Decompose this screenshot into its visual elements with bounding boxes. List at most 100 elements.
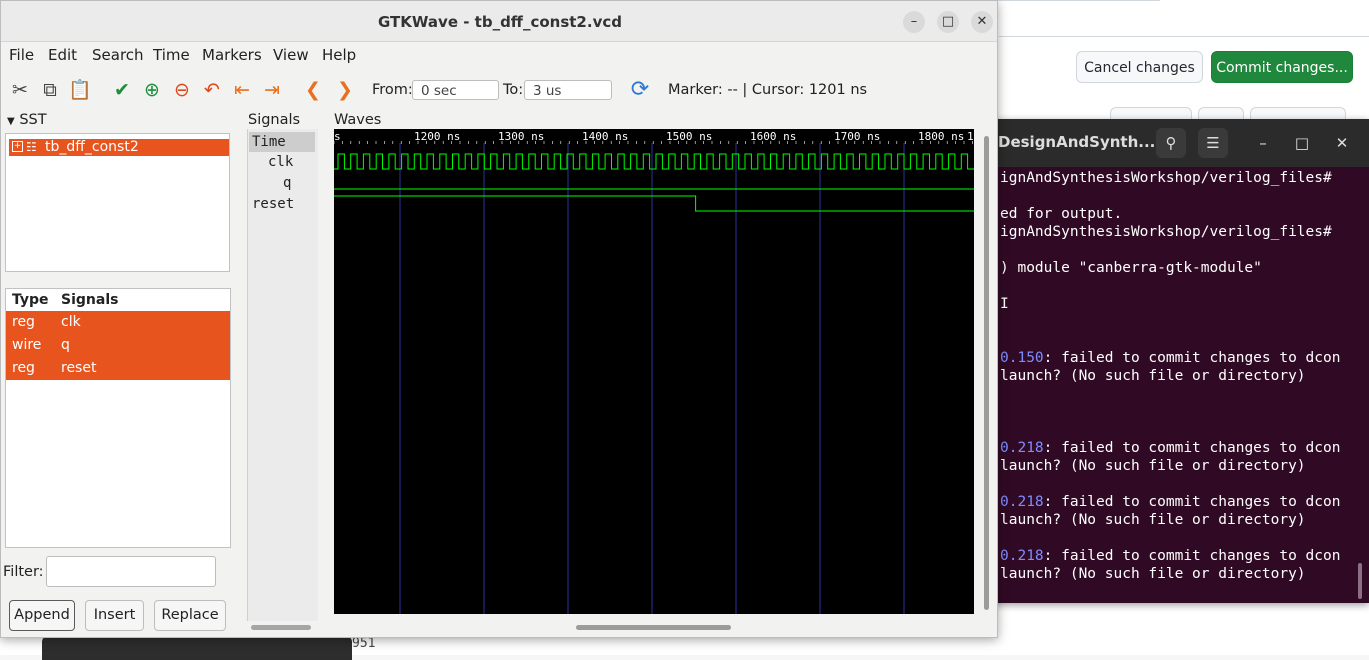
table-row[interactable]: wire q bbox=[6, 334, 230, 357]
terminal-line: launch? (No such file or directory) bbox=[1000, 367, 1340, 385]
minimize-icon[interactable]: – bbox=[1248, 128, 1278, 158]
title-bar[interactable]: GTKWave - tb_dff_const2.vcd – □ ✕ bbox=[1, 1, 997, 42]
background-code-text: 951 bbox=[352, 636, 376, 651]
table-row[interactable]: reg reset bbox=[6, 357, 230, 380]
waves-vertical-scrollbar[interactable] bbox=[984, 136, 989, 610]
menu-view[interactable]: View bbox=[273, 46, 309, 64]
table-row[interactable]: reg clk bbox=[6, 311, 230, 334]
expander-down-icon: ▼ bbox=[7, 116, 15, 127]
waves-pane-label: Waves bbox=[334, 112, 382, 128]
copy-icon[interactable]: ⧉ bbox=[37, 77, 63, 103]
close-icon[interactable]: ✕ bbox=[971, 11, 993, 33]
menu-edit[interactable]: Edit bbox=[48, 46, 77, 64]
menu-search[interactable]: Search bbox=[92, 46, 144, 64]
cancel-changes-button[interactable]: Cancel changes bbox=[1076, 51, 1203, 83]
signals-pane[interactable]: Time clk q reset bbox=[247, 129, 318, 621]
terminal-line: 0.218: failed to commit changes to dcon bbox=[1000, 547, 1340, 565]
terminal-line: 0.218: failed to commit changes to dcon bbox=[1000, 439, 1340, 457]
reload-icon[interactable]: ⟳ bbox=[627, 77, 653, 103]
search-icon[interactable]: ⚲ bbox=[1156, 128, 1186, 158]
signal-q[interactable]: q bbox=[283, 173, 291, 193]
time-tick-label: 1400 ns bbox=[582, 130, 628, 143]
from-input[interactable]: 0 sec bbox=[412, 80, 499, 100]
signal-type: reg bbox=[12, 314, 35, 330]
toolbar: ✂ ⧉ 📋 ✔ ⊕ ⊖ ↶ ⇤ ⇥ ❮ ❯ From: 0 sec To: 3 … bbox=[1, 71, 997, 109]
undo-zoom-icon[interactable]: ↶ bbox=[199, 77, 225, 103]
terminal-output[interactable]: ignAndSynthesisWorkshop/verilog_files# ed… bbox=[1000, 169, 1340, 583]
signal-reset[interactable]: reset bbox=[252, 194, 294, 214]
append-button[interactable]: Append bbox=[9, 600, 75, 631]
terminal-text: ignAndSynthesisWorkshop/verilog_files# bbox=[1000, 170, 1332, 186]
zoom-out-icon[interactable]: ⊖ bbox=[169, 77, 195, 103]
to-label: To: bbox=[503, 82, 524, 98]
zoom-fit-icon[interactable]: ✔ bbox=[109, 77, 135, 103]
signal-time[interactable]: Time bbox=[249, 132, 315, 152]
expand-plus-icon[interactable]: + bbox=[12, 141, 23, 152]
menu-markers[interactable]: Markers bbox=[202, 46, 262, 64]
column-header-type[interactable]: Type bbox=[12, 292, 49, 308]
insert-button[interactable]: Insert bbox=[85, 600, 144, 631]
signal-type: reg bbox=[12, 360, 35, 376]
terminal-text: launch? (No such file or directory) bbox=[1000, 368, 1306, 384]
previous-edge-icon[interactable]: ❮ bbox=[300, 77, 326, 103]
terminal-text: : failed to commit changes to dcon bbox=[1043, 548, 1341, 564]
terminal-window[interactable]: DesignAndSynth... ⚲ ☰ – □ ✕ ignAndSynthe… bbox=[980, 119, 1369, 603]
replace-button[interactable]: Replace bbox=[154, 600, 226, 631]
gtkwave-window[interactable]: GTKWave - tb_dff_const2.vcd – □ ✕ File E… bbox=[0, 0, 998, 638]
time-tick-label: s bbox=[334, 130, 341, 143]
maximize-icon[interactable]: □ bbox=[937, 11, 959, 33]
signal-type: wire bbox=[12, 337, 42, 353]
hamburger-menu-icon[interactable]: ☰ bbox=[1198, 128, 1228, 158]
to-input[interactable]: 3 us bbox=[524, 80, 612, 100]
filter-input[interactable] bbox=[46, 556, 216, 587]
terminal-line: ignAndSynthesisWorkshop/verilog_files# bbox=[1000, 223, 1340, 241]
zoom-to-end-icon[interactable]: ⇥ bbox=[259, 77, 285, 103]
terminal-line: 0.218: failed to commit changes to dcon bbox=[1000, 493, 1340, 511]
terminal-scrollbar[interactable] bbox=[1358, 563, 1362, 599]
waves-pane[interactable]: 1200 ns 1300 ns 1400 ns 1500 ns 1600 ns 1700 … bbox=[334, 129, 974, 614]
module-icon: ☷ bbox=[26, 140, 37, 154]
signals-table[interactable]: Type Signals reg clk wire q reg reset bbox=[5, 288, 231, 548]
close-icon[interactable]: ✕ bbox=[1327, 128, 1357, 158]
column-header-signals[interactable]: Signals bbox=[61, 292, 118, 308]
commit-changes-button[interactable]: Commit changes... bbox=[1211, 51, 1353, 83]
sst-expander[interactable]: ▼ SST bbox=[7, 112, 47, 128]
paste-icon[interactable]: 📋 bbox=[67, 77, 93, 103]
signal-name: reset bbox=[61, 360, 97, 376]
terminal-text: : failed to commit changes to dcon bbox=[1043, 350, 1341, 366]
terminal-number: 0.218 bbox=[1000, 548, 1044, 564]
minimize-icon[interactable]: – bbox=[903, 11, 925, 33]
terminal-line: ignAndSynthesisWorkshop/verilog_files# bbox=[1000, 169, 1340, 187]
zoom-in-icon[interactable]: ⊕ bbox=[139, 77, 165, 103]
terminal-header[interactable]: DesignAndSynth... ⚲ ☰ – □ ✕ bbox=[980, 119, 1369, 167]
menu-time[interactable]: Time bbox=[153, 46, 190, 64]
waves-horizontal-scrollbar[interactable] bbox=[576, 625, 731, 630]
signals-scrollbar[interactable] bbox=[251, 625, 311, 630]
terminal-text: I bbox=[1000, 296, 1009, 312]
terminal-text: launch? (No such file or directory) bbox=[1000, 512, 1306, 528]
waveform-canvas[interactable]: 1200 ns 1300 ns 1400 ns 1500 ns 1600 ns 1700 … bbox=[334, 129, 974, 614]
menu-help[interactable]: Help bbox=[322, 46, 356, 64]
next-edge-icon[interactable]: ❯ bbox=[332, 77, 358, 103]
terminal-text: : failed to commit changes to dcon bbox=[1043, 494, 1341, 510]
signal-clk[interactable]: clk bbox=[268, 152, 293, 172]
sst-tree-item[interactable]: + ☷ tb_dff_const2 bbox=[9, 139, 229, 156]
window-title: GTKWave - tb_dff_const2.vcd bbox=[378, 13, 622, 31]
terminal-text: launch? (No such file or directory) bbox=[1000, 458, 1306, 474]
clk-waveform bbox=[334, 153, 974, 170]
signals-pane-label: Signals bbox=[248, 112, 301, 128]
time-tick-label: 1500 ns bbox=[666, 130, 712, 143]
cut-icon[interactable]: ✂ bbox=[7, 77, 33, 103]
zoom-to-start-icon[interactable]: ⇤ bbox=[229, 77, 255, 103]
marker-cursor-readout: Marker: -- | Cursor: 1201 ns bbox=[668, 82, 868, 98]
menu-file[interactable]: File bbox=[9, 46, 34, 64]
terminal-line: I bbox=[1000, 295, 1340, 313]
sst-tree[interactable]: + ☷ tb_dff_const2 bbox=[5, 133, 230, 272]
maximize-icon[interactable]: □ bbox=[1287, 128, 1317, 158]
time-tick-label: 1200 ns bbox=[414, 130, 460, 143]
